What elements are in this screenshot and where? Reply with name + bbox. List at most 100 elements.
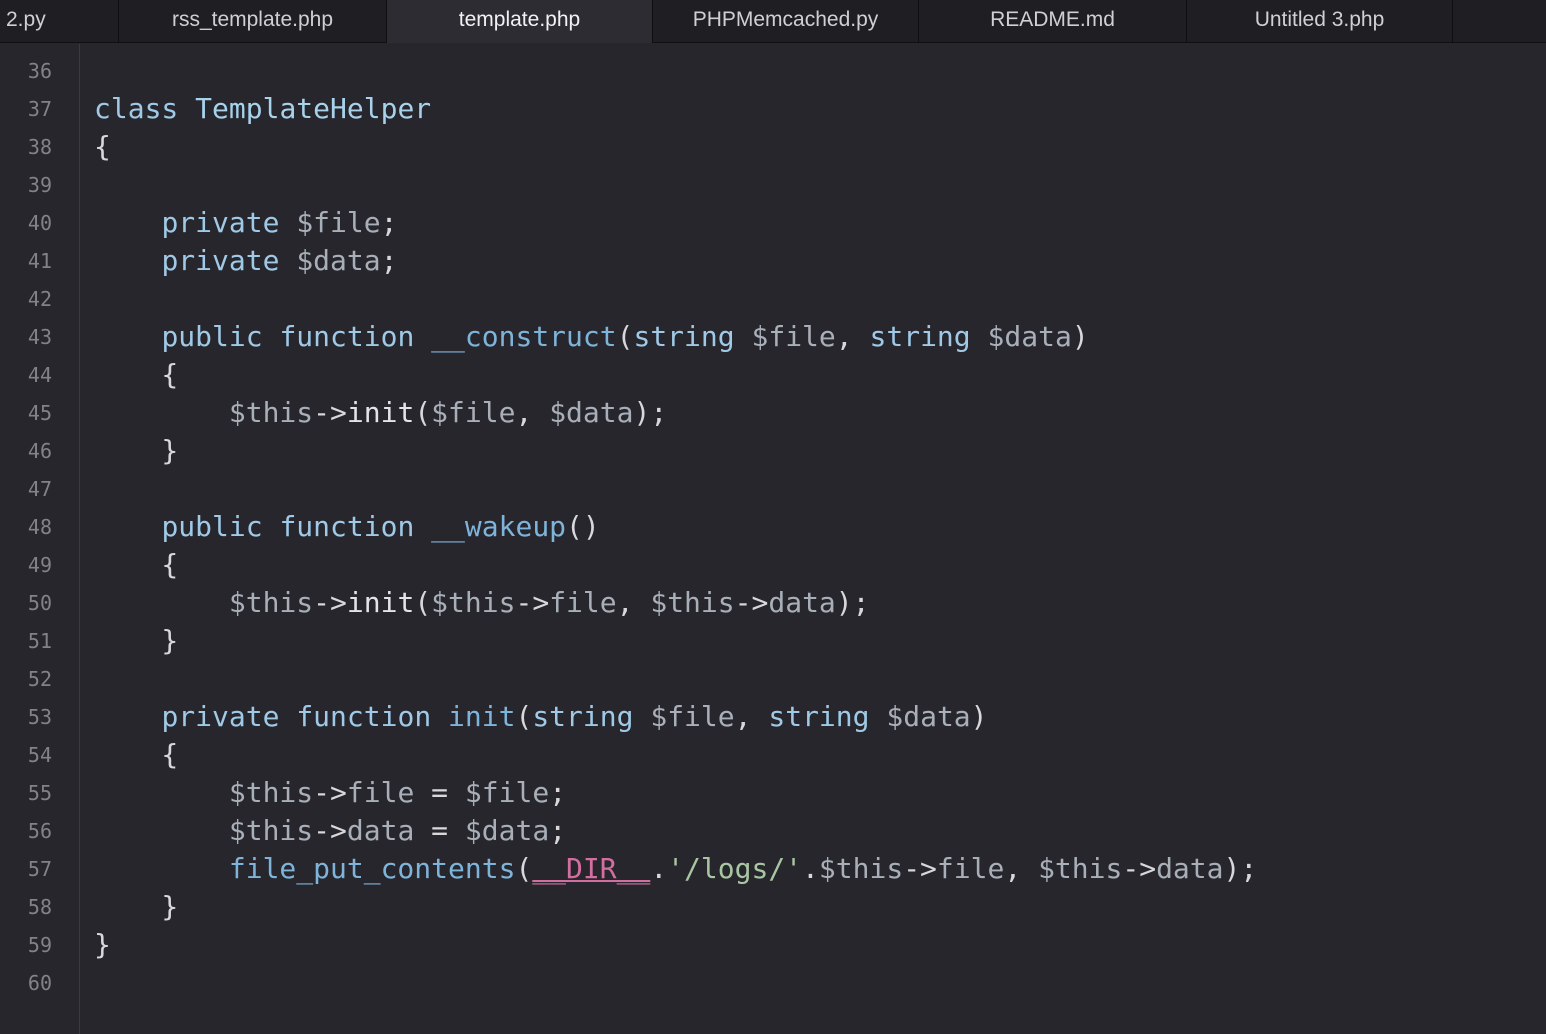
code-token: init [448,700,516,733]
code-line[interactable]: private function init(string $file, stri… [94,698,988,736]
code-token: ) [970,700,988,733]
code-token: string [869,320,971,353]
line-number: 51 [27,629,52,653]
tab-2-py[interactable]: 2.py [0,0,119,43]
code-token: . [650,852,668,885]
line-number: 37 [27,97,52,121]
line-number: 49 [27,553,52,577]
code-line[interactable]: } [94,622,178,660]
code-line[interactable]: { [94,128,111,166]
line-number: 36 [27,59,52,83]
code-token: string [532,700,634,733]
code-editor[interactable]: 36 37 38 39 40 41 42 43 44 45 46 47 48 49 50 51 52 53 54 55… [0,44,1546,1034]
code-line[interactable]: { [94,546,178,584]
code-token: file [936,852,1005,885]
code-token: $data [464,814,550,847]
line-number: 53 [27,705,52,729]
code-token: public [161,320,263,353]
code-token: data [346,814,415,847]
code-line[interactable]: private $data; [94,242,397,280]
tab-phpmemcached-py[interactable]: PHPMemcached.py [653,0,919,43]
code-token: -> [313,776,347,809]
code-line[interactable]: } [94,926,111,964]
code-token: ; [380,206,398,239]
code-token: ( [515,852,533,885]
line-number: 43 [27,325,52,349]
code-token: $file [650,700,735,733]
code-line[interactable]: private $file; [94,204,397,242]
line-number: 58 [27,895,52,919]
code-token: string [768,700,870,733]
tab-template-php[interactable]: template.php [387,0,653,43]
code-token: { [94,130,111,163]
code-token: () [566,510,600,543]
code-token: ; [549,814,567,847]
code-token: __DIR__ [532,852,651,885]
code-token: string [633,320,735,353]
code-area[interactable]: class TemplateHelper{ private $file; pri… [94,44,1546,1034]
code-line[interactable]: $this->data = $data; [94,812,566,850]
code-token: data [1156,852,1224,885]
code-token: -> [734,586,769,619]
line-number: 44 [27,363,52,387]
code-token: private [161,244,280,277]
code-token: ) [1071,320,1089,353]
code-line[interactable]: class TemplateHelper [94,90,431,128]
code-line[interactable]: file_put_contents(__DIR__.'/logs/'.$this… [94,850,1257,888]
code-token: { [94,548,179,581]
code-token: { [94,358,179,391]
line-number: 50 [27,591,52,615]
code-line[interactable]: { [94,736,178,774]
tab-rss-template-php[interactable]: rss_template.php [119,0,387,43]
code-line[interactable]: public function __construct(string $file… [94,318,1089,356]
code-line[interactable]: $this->init($this->file, $this->data); [94,584,870,622]
code-token: $this [228,814,314,847]
code-token: file [549,586,617,619]
code-line[interactable]: $this->file = $file; [94,774,566,812]
line-number: 55 [27,781,52,805]
tab-readme-md[interactable]: README.md [919,0,1187,43]
code-line[interactable]: public function __wakeup() [94,508,600,546]
line-number: 47 [27,477,52,501]
code-token: , [734,700,769,733]
code-token: $file [296,206,381,239]
line-number: 42 [27,287,52,311]
code-token: private [161,700,280,733]
line-number: 41 [27,249,52,273]
code-token: } [94,434,179,467]
line-number: 45 [27,401,52,425]
code-token: ; [380,244,398,277]
code-token: TemplateHelper [195,92,432,125]
code-token: ( [515,700,533,733]
code-line[interactable]: } [94,432,178,470]
code-line[interactable]: } [94,888,178,926]
code-token: function [279,320,415,353]
code-line[interactable]: { [94,356,178,394]
line-number: 40 [27,211,52,235]
code-token: ( [414,396,432,429]
line-number: 60 [27,971,52,995]
code-token: $this [431,586,516,619]
code-token: $data [987,320,1072,353]
code-token: } [94,890,179,923]
code-line[interactable]: $this->init($file, $data); [94,394,667,432]
line-number: 59 [27,933,52,957]
tab-untitled-3-php[interactable]: Untitled 3.php [1187,0,1453,43]
